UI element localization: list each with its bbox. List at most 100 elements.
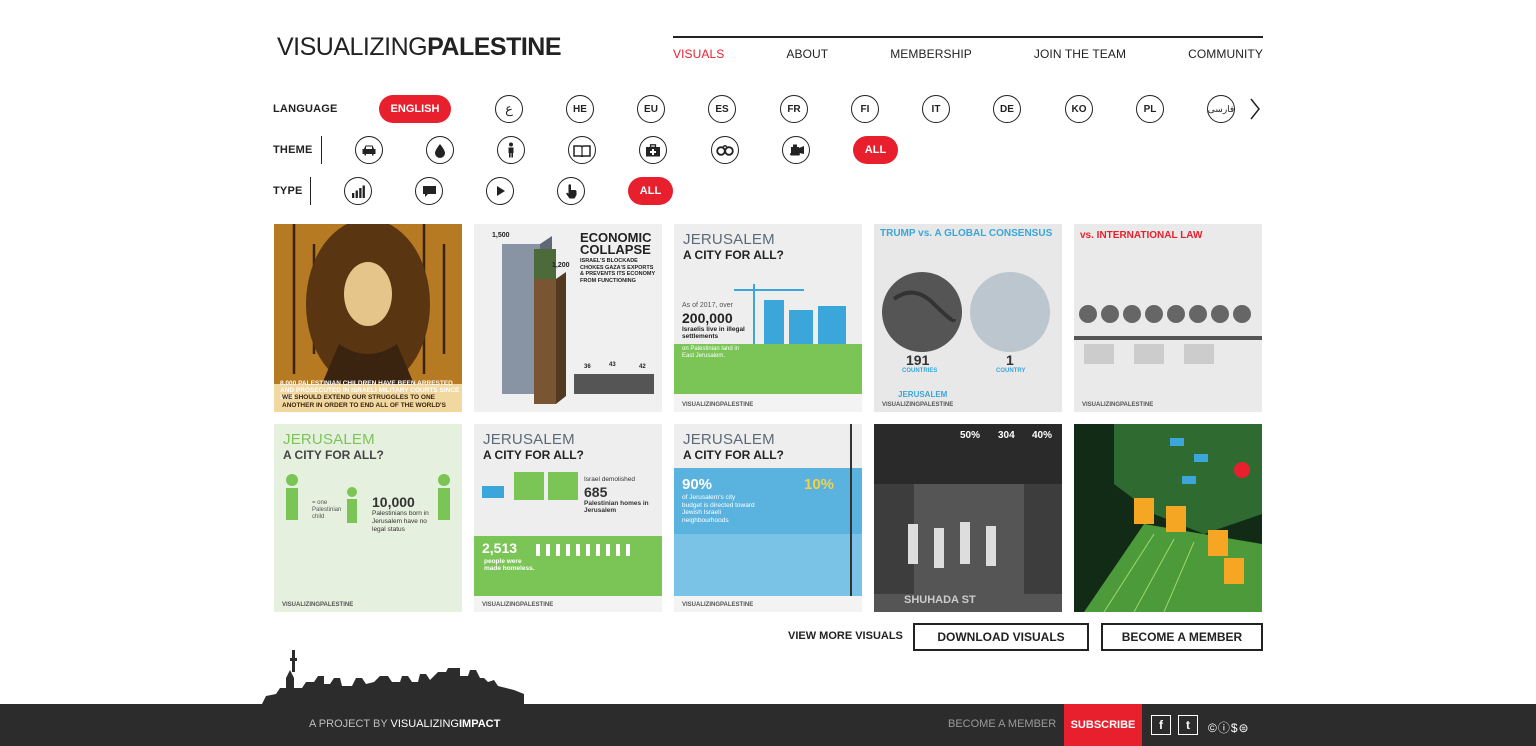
tile-3-big: 200,000 [682,310,733,326]
tile-6-sub: A CITY FOR ALL? [283,448,384,462]
language-option-es[interactable]: ES [708,95,736,123]
nav-join-the-team[interactable]: JOIN THE TEAM [1034,47,1126,61]
language-option-eu[interactable]: EU [637,95,665,123]
facebook-icon[interactable]: f [1151,715,1171,735]
nav-community[interactable]: COMMUNITY [1188,47,1263,61]
tile-6-brand: VISUALIZINGPALESTINE [282,602,354,608]
tile-2-n2: 1,200 [552,262,570,269]
tile-7-sub: A CITY FOR ALL? [483,448,584,462]
type-label: TYPE [273,185,303,197]
visual-tile-trump-global-consensus[interactable]: TRUMP vs. A GLOBAL CONSENSUS 191 COUNTRI… [874,224,1062,412]
language-option-it[interactable]: IT [922,95,950,123]
project-credit-name-1: VISUALIZING [390,718,459,730]
language-option-pl[interactable]: PL [1136,95,1164,123]
site-logo[interactable]: VISUALIZINGPALESTINE [277,33,562,62]
theme-filter-row: THEME [273,136,313,164]
tile-globes-art [874,224,1062,412]
tile-8-big2: 10% [804,476,835,493]
bar-chart-icon[interactable] [344,177,372,205]
language-option-fi[interactable]: FI [851,95,879,123]
language-english-pill[interactable]: ENGLISH [379,95,451,123]
water-drop-icon[interactable] [426,136,454,164]
tile-5-brand: VISUALIZINGPALESTINE [1082,402,1154,408]
visual-tile-ahed-tamimi[interactable]: 8,000 PALESTINIAN CHILDREN HAVE BEEN ARR… [274,224,462,412]
book-icon[interactable] [568,136,596,164]
theme-all-pill[interactable]: ALL [853,136,898,164]
tile-4-title: TRUMP vs. A GLOBAL CONSENSUS [880,228,1053,239]
tile-7-brand: VISUALIZINGPALESTINE [482,602,554,608]
site-footer: A PROJECT BY VISUALIZINGIMPACT BECOME A … [0,704,1536,746]
tile-7-title: JERUSALEM [483,431,575,448]
person-icon[interactable] [497,136,525,164]
tile-9-n3: 40% [1032,430,1053,441]
download-visuals-button[interactable]: DOWNLOAD VISUALS [913,623,1089,651]
tile-4-brand: VISUALIZINGPALESTINE [882,402,954,408]
tile-4-n1: 191 [906,352,930,368]
tile-2-n3: 36 [584,364,591,370]
view-more-visuals-link[interactable]: VIEW MORE VISUALS [788,630,903,642]
tile-presidents-art [1074,224,1262,412]
tile-3-body2: on Palestinian land in East Jerusalem. [682,346,740,359]
language-option-fr[interactable]: FR [780,95,808,123]
type-separator [310,177,311,205]
language-option-he[interactable]: HE [566,95,594,123]
project-credit[interactable]: A PROJECT BY VISUALIZINGIMPACT [309,718,500,730]
logo-part-2: PALESTINE [427,33,562,61]
nav-membership[interactable]: MEMBERSHIP [890,47,972,61]
language-option-fa[interactable]: فارسی [1207,95,1235,123]
tile-football-art [1074,424,1262,612]
language-option-ar[interactable]: ع [495,95,523,123]
medical-kit-icon[interactable] [639,136,667,164]
tile-3-brand: VISUALIZINGPALESTINE [682,402,754,408]
tile-3-title: JERUSALEM [683,231,775,248]
tile-2-n4: 43 [609,362,616,368]
tile-8-title: JERUSALEM [683,431,775,448]
type-all-pill[interactable]: ALL [628,177,673,205]
bulldozer-icon[interactable] [782,136,810,164]
tile-4-n2: 1 [1006,352,1014,368]
nav-visuals[interactable]: VISUALS [673,47,724,61]
tile-7-body: Palestinian homes in Jerusalem [584,500,649,514]
tile-7-big: 685 [584,484,608,500]
car-icon[interactable] [355,136,383,164]
tile-6-small: = one Palestinian child [312,500,342,520]
theme-separator [321,136,322,164]
visual-tile-jerusalem-settlements[interactable]: JERUSALEM A CITY FOR ALL? As of 2017, ov… [674,224,862,412]
visual-tile-economic-collapse[interactable]: ECONOMIC COLLAPSE ISRAEL'S BLOCKADE CHOK… [474,224,662,412]
visual-tile-shuhada-street[interactable]: 50% 304 40% SHUHADA ST [874,424,1062,612]
visual-tile-jerusalem-budget[interactable]: JERUSALEM A CITY FOR ALL? 90% 10% of Jer… [674,424,862,612]
tile-8-body: of Jerusalem's city budget is directed t… [682,494,755,524]
nav-about[interactable]: ABOUT [786,47,828,61]
hand-pointer-icon[interactable] [557,177,585,205]
tile-5-title: vs. INTERNATIONAL LAW [1080,230,1203,241]
jerusalem-skyline-icon [262,650,524,704]
footer-become-member-link[interactable]: BECOME A MEMBER [948,718,1056,730]
tile-4-word: JERUSALEM [898,390,948,399]
become-member-button[interactable]: BECOME A MEMBER [1101,623,1263,651]
speech-bubble-icon[interactable] [415,177,443,205]
visual-tile-international-law[interactable]: vs. INTERNATIONAL LAW VISUALIZINGPALESTI… [1074,224,1262,412]
tile-street-photo-art [874,424,1062,612]
tile-6-body: Palestinians born in Jerusalem have no l… [372,510,429,533]
creative-commons-icon[interactable]: ©ⓘ$⊜ [1208,719,1250,736]
tile-9-word: SHUHADA ST [904,594,976,606]
handcuffs-icon[interactable] [711,136,739,164]
tile-4-l2: COUNTRY [996,368,1026,374]
subscribe-button[interactable]: SUBSCRIBE [1064,704,1142,746]
tile-8-big: 90% [682,476,713,493]
project-credit-prefix: A PROJECT BY [309,718,388,730]
tile-3-sub: A CITY FOR ALL? [683,248,784,262]
twitter-icon[interactable]: t [1178,715,1198,735]
tile-4-l1: COUNTRIES [902,368,938,374]
tile-9-n1: 50% [960,430,981,441]
visual-tile-jerusalem-demolitions[interactable]: JERUSALEM A CITY FOR ALL? Israel demolis… [474,424,662,612]
visual-tile-football-pitch[interactable] [1074,424,1262,612]
tile-2-title: ECONOMIC COLLAPSE [580,230,652,257]
visual-tile-jerusalem-legal-status[interactable]: JERUSALEM A CITY FOR ALL? = one Palestin… [274,424,462,612]
play-icon[interactable] [486,177,514,205]
type-filter-row: TYPE [273,177,303,205]
chevron-right-icon[interactable] [1249,97,1263,121]
language-option-de[interactable]: DE [993,95,1021,123]
tile-7-lead: Israel demolished [584,476,635,483]
language-option-ko[interactable]: KO [1065,95,1093,123]
